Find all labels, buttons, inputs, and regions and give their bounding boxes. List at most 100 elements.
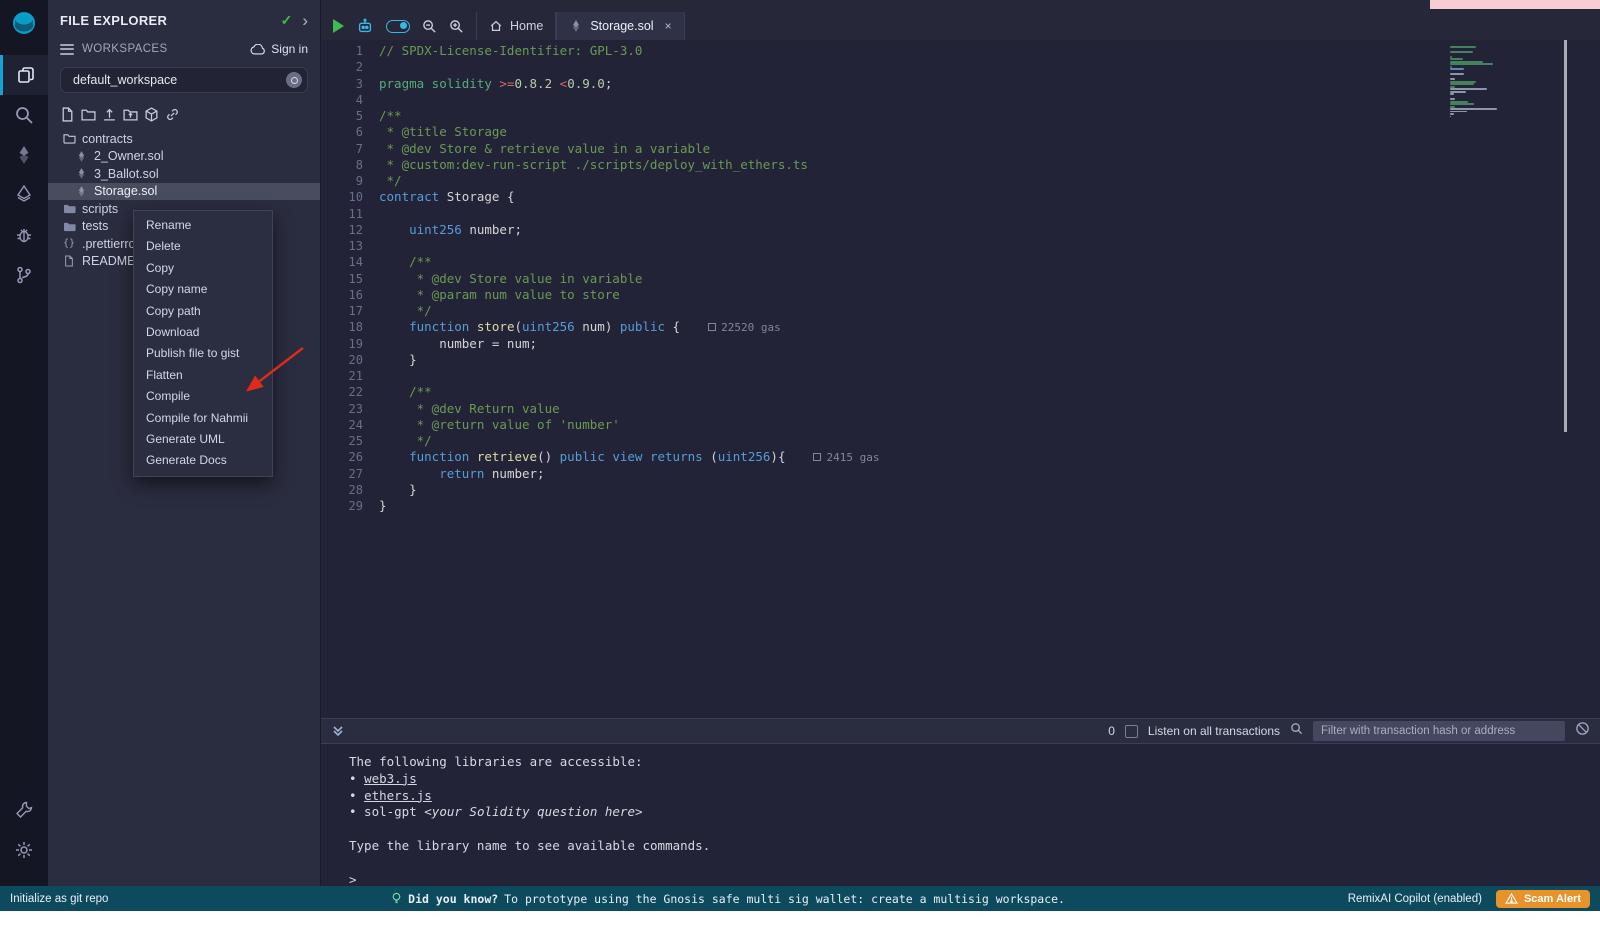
zoom-out-icon[interactable]: [422, 19, 437, 34]
code-line: [379, 238, 1600, 254]
settings-icon[interactable]: [0, 830, 48, 870]
code-line: * @dev Store & retrieve value in a varia…: [379, 141, 1600, 157]
close-tab-icon[interactable]: ×: [665, 19, 672, 33]
braces-icon: {}: [62, 238, 76, 249]
folder-open-icon: [62, 133, 76, 144]
code-editor[interactable]: 1234567891011121314151617181920212223242…: [321, 40, 1600, 718]
code-line: // SPDX-License-Identifier: GPL-3.0: [379, 43, 1600, 59]
code-line: pragma solidity >=0.8.2 <0.9.0;: [379, 76, 1600, 92]
code-content: // SPDX-License-Identifier: GPL-3.0 pragm…: [379, 40, 1600, 718]
publish-gist-icon[interactable]: [144, 107, 159, 122]
editor-tabs: HomeStorage.sol×: [476, 12, 685, 40]
copilot-toggle[interactable]: [386, 20, 410, 33]
workspace-selector[interactable]: default_workspace: [60, 67, 308, 93]
terminal-output[interactable]: The following libraries are accessible:•…: [321, 744, 1600, 886]
code-line: /**: [379, 108, 1600, 124]
transaction-filter-input[interactable]: [1313, 721, 1565, 741]
code-line: /**: [379, 384, 1600, 400]
chevron-right-icon[interactable]: ›: [302, 15, 308, 27]
file-label: 3_Ballot.sol: [94, 167, 159, 181]
terminal-line: >: [349, 872, 1600, 886]
terminal-line: • ethers.js: [349, 788, 1600, 805]
gas-estimate-badge: 22520 gas: [708, 321, 781, 334]
tab-home[interactable]: Home: [476, 12, 556, 40]
code-line: * @dev Store value in variable: [379, 271, 1600, 287]
lightbulb-icon: [391, 892, 402, 905]
code-line: */: [379, 303, 1600, 319]
folder-icon: [62, 221, 76, 232]
code-line: [379, 59, 1600, 75]
file-tree-item-storage-sol[interactable]: Storage.sol: [48, 183, 320, 201]
activity-bar: [0, 0, 48, 886]
context-menu-item-generate-uml[interactable]: Generate UML: [134, 429, 272, 450]
code-line: */: [379, 173, 1600, 189]
code-line: * @title Storage: [379, 124, 1600, 140]
file-label: README.: [82, 254, 139, 268]
git-icon[interactable]: [0, 255, 48, 295]
terminal-link-ethers-js[interactable]: ethers.js: [364, 788, 432, 803]
zoom-in-icon[interactable]: [449, 19, 464, 34]
terminal-line: [349, 821, 1600, 838]
tab-storage-sol[interactable]: Storage.sol×: [556, 12, 684, 40]
minimap[interactable]: [1450, 46, 1560, 118]
file-label: .prettierrc: [82, 237, 135, 251]
workspace-options-icon[interactable]: [286, 72, 302, 88]
debugger-icon[interactable]: [0, 215, 48, 255]
context-menu-item-copy-name[interactable]: Copy name: [134, 279, 272, 300]
git-init-button[interactable]: Initialize as git repo: [10, 893, 108, 905]
file-tree-item-contracts[interactable]: contracts: [48, 130, 320, 148]
context-menu-item-copy[interactable]: Copy: [134, 258, 272, 279]
scam-alert-button[interactable]: Scam Alert: [1496, 890, 1590, 908]
upload-folder-icon[interactable]: [123, 107, 138, 122]
context-menu-item-generate-docs[interactable]: Generate Docs: [134, 450, 272, 471]
context-menu-item-compile-for-nahmii[interactable]: Compile for Nahmii: [134, 408, 272, 429]
code-line: /**: [379, 254, 1600, 270]
upload-file-icon[interactable]: [102, 107, 117, 122]
sign-in-button[interactable]: Sign in: [250, 42, 308, 56]
new-folder-icon[interactable]: [81, 107, 96, 122]
expand-terminal-icon[interactable]: [331, 724, 345, 738]
code-line: * @custom:dev-run-script ./scripts/deplo…: [379, 157, 1600, 173]
solidity-compiler-icon[interactable]: [0, 135, 48, 175]
link-icon[interactable]: [165, 107, 180, 122]
new-file-icon[interactable]: [60, 107, 75, 122]
file-explorer-icon[interactable]: [0, 55, 48, 95]
cloud-icon: [250, 44, 266, 55]
solidity-icon: [569, 19, 583, 33]
listen-transactions-checkbox[interactable]: [1125, 725, 1138, 738]
code-line: function retrieve() public view returns …: [379, 449, 1600, 465]
run-script-icon[interactable]: [333, 19, 344, 33]
context-menu-item-publish-file-to-gist[interactable]: Publish file to gist: [134, 343, 272, 364]
ai-copilot-icon[interactable]: [356, 17, 374, 35]
remix-logo[interactable]: [11, 10, 37, 41]
workspaces-label: WORKSPACES: [82, 43, 250, 55]
workspaces-menu-icon[interactable]: [60, 41, 74, 57]
file-tree-item-2-owner-sol[interactable]: 2_Owner.sol: [48, 148, 320, 166]
terminal-link-web3-js[interactable]: web3.js: [364, 771, 417, 786]
code-line: [379, 206, 1600, 222]
plugin-manager-icon[interactable]: [0, 790, 48, 830]
search-icon[interactable]: [0, 95, 48, 135]
warning-icon: [1505, 893, 1518, 904]
context-menu-item-rename[interactable]: Rename: [134, 215, 272, 236]
code-line: }: [379, 352, 1600, 368]
copilot-status[interactable]: RemixAI Copilot (enabled): [1348, 893, 1482, 905]
editor-topbar: HomeStorage.sol×: [321, 0, 1600, 40]
terminal-search-icon[interactable]: [1290, 722, 1303, 740]
editor-scrollbar[interactable]: [1564, 40, 1567, 432]
code-line: */: [379, 433, 1600, 449]
code-line: }: [379, 498, 1600, 514]
context-menu-item-delete[interactable]: Delete: [134, 236, 272, 257]
context-menu-item-compile[interactable]: Compile: [134, 386, 272, 407]
gas-icon: [813, 453, 821, 461]
listen-transactions-label: Listen on all transactions: [1148, 724, 1280, 738]
file-tree-item-3-ballot-sol[interactable]: 3_Ballot.sol: [48, 165, 320, 183]
context-menu-item-download[interactable]: Download: [134, 322, 272, 343]
solidity-icon: [74, 185, 88, 198]
context-menu-item-flatten[interactable]: Flatten: [134, 365, 272, 386]
file-context-menu: RenameDeleteCopyCopy nameCopy pathDownlo…: [133, 210, 273, 477]
context-menu-item-copy-path[interactable]: Copy path: [134, 301, 272, 322]
clear-console-icon[interactable]: [1575, 721, 1590, 741]
file-icon: [62, 255, 76, 267]
deploy-run-icon[interactable]: [0, 175, 48, 215]
